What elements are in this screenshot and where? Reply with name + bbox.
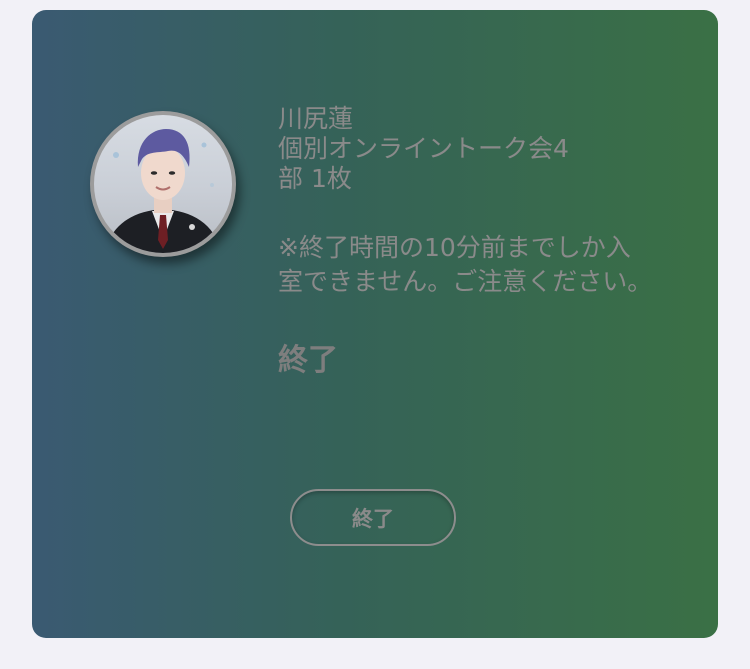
status-label: 終了	[278, 343, 338, 378]
person-portrait-icon	[104, 129, 222, 253]
member-name: 川尻蓮	[278, 104, 354, 133]
ticket-card: 川尻蓮 個別オンライントーク会4 部 1枚 ※終了時間の10分前までしか入室でき…	[32, 10, 718, 638]
event-title: 個別オンライントーク会4	[278, 134, 569, 163]
profile-photo	[94, 115, 232, 253]
ended-button[interactable]: 終了	[290, 489, 456, 546]
entry-notice: ※終了時間の10分前までしか入室できません。ご注意ください。	[278, 233, 653, 296]
event-session-count: 部 1枚	[278, 164, 352, 193]
avatar	[90, 111, 236, 257]
ticket-info: 川尻蓮 個別オンライントーク会4 部 1枚 ※終了時間の10分前までしか入室でき…	[278, 104, 688, 379]
